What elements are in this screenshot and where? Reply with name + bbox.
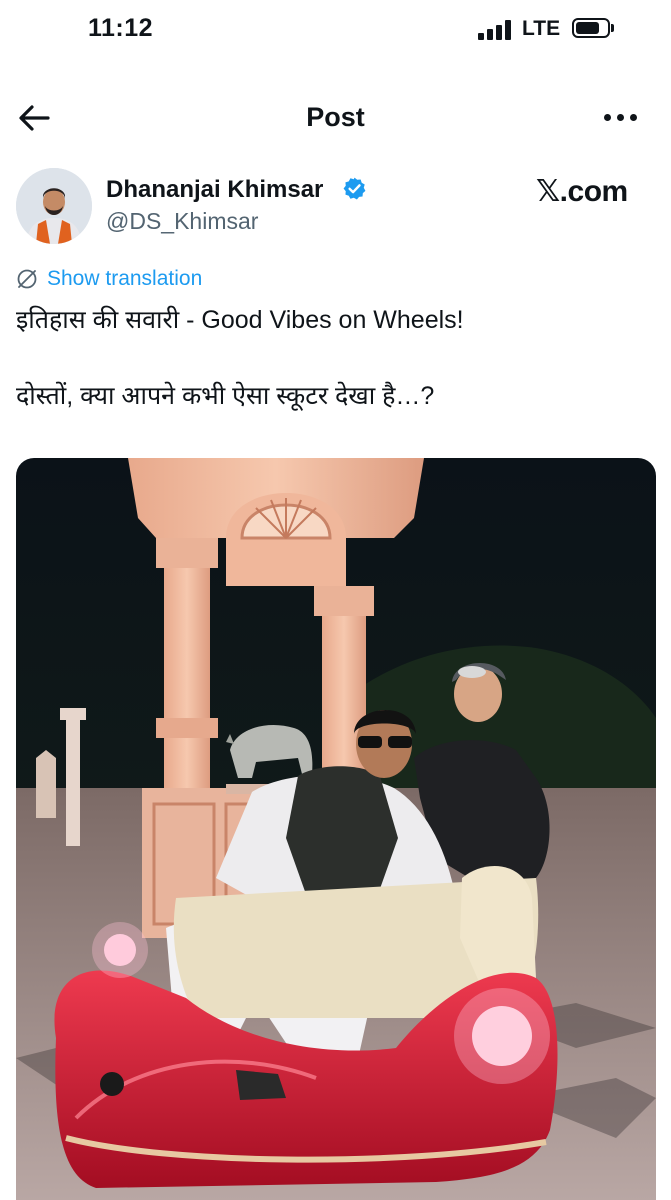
more-horizontal-icon[interactable] bbox=[604, 114, 638, 124]
verified-badge-icon bbox=[343, 177, 366, 200]
post-photo[interactable] bbox=[16, 458, 656, 1200]
avatar[interactable] bbox=[16, 168, 92, 244]
translate-globe-icon bbox=[17, 269, 37, 289]
post-text-line-2: दोस्तों, क्या आपने कभी ऐसा स्कूटर देखा ह… bbox=[16, 382, 435, 410]
battery-icon bbox=[572, 18, 610, 38]
page-title: Post bbox=[306, 102, 365, 132]
post-author-header: Dhananjai Khimsar @DS_Khimsar 𝕏.com bbox=[0, 166, 671, 250]
top-nav-bar: Post bbox=[0, 90, 671, 146]
post-text-line-1: इतिहास की सवारी - Good Vibes on Wheels! bbox=[16, 306, 464, 334]
battery-level bbox=[576, 22, 599, 34]
post-photo-image bbox=[16, 458, 656, 1200]
author-handle[interactable]: @DS_Khimsar bbox=[106, 208, 258, 235]
network-type: LTE bbox=[522, 17, 561, 40]
show-translation-label: Show translation bbox=[47, 267, 203, 290]
x-com-label: 𝕏.com bbox=[536, 175, 628, 208]
cellular-signal-icon bbox=[478, 20, 512, 40]
status-bar: 11:12 LTE bbox=[0, 0, 671, 60]
avatar-image bbox=[16, 168, 92, 244]
battery-cap bbox=[611, 24, 614, 32]
author-name[interactable]: Dhananjai Khimsar bbox=[106, 176, 323, 204]
status-time: 11:12 bbox=[88, 14, 154, 42]
